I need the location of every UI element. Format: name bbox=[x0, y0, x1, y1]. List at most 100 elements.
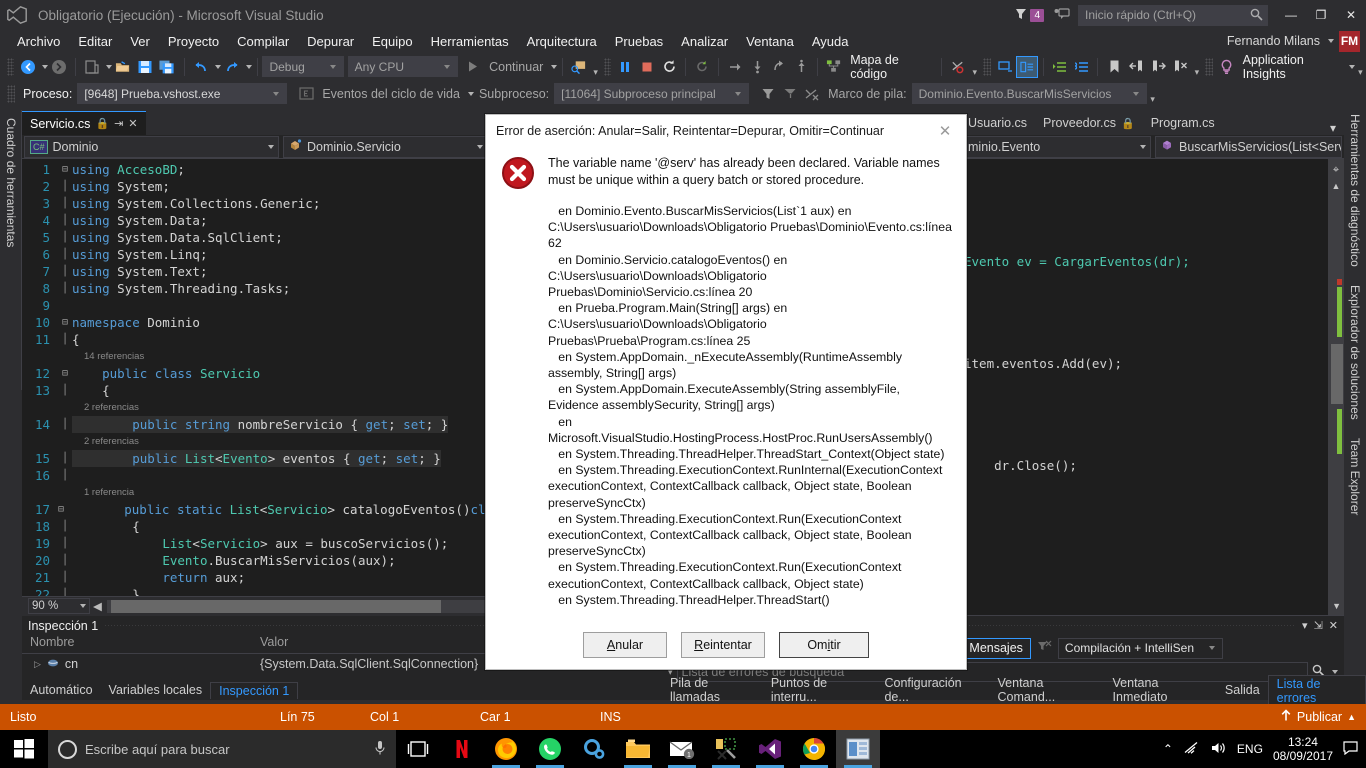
code-line[interactable]: 18 │ { bbox=[22, 518, 492, 535]
pin-icon[interactable]: ⇲ bbox=[1314, 619, 1323, 632]
scroll-thumb[interactable] bbox=[1331, 344, 1343, 404]
close-icon[interactable]: ✕ bbox=[128, 117, 137, 130]
solution-explorer-label[interactable]: Explorador de soluciones bbox=[1344, 275, 1366, 428]
menu-analizar[interactable]: Analizar bbox=[672, 32, 737, 51]
firefox-icon[interactable] bbox=[484, 730, 528, 768]
feedback-icon[interactable] bbox=[1054, 7, 1070, 24]
quick-launch-input[interactable]: Inicio rápido (Ctrl+Q) bbox=[1078, 4, 1268, 26]
code-area-right[interactable]: Evento ev = CargarEventos(dr); item.even… bbox=[960, 159, 1344, 615]
menu-ver[interactable]: Ver bbox=[121, 32, 159, 51]
tab-servicio-cs[interactable]: Servicio.cs 🔒 ⇥ ✕ bbox=[22, 111, 146, 135]
pause-icon[interactable] bbox=[614, 56, 636, 78]
show-hidden-icons-icon[interactable]: ⌃ bbox=[1163, 742, 1173, 756]
language-indicator[interactable]: ENG bbox=[1237, 742, 1263, 756]
close-button[interactable]: ✕ bbox=[1336, 0, 1366, 30]
close-icon[interactable]: ✕ bbox=[1329, 619, 1338, 632]
code-line[interactable]: 11 │{ bbox=[22, 331, 492, 348]
clock[interactable]: 13:24 08/09/2017 bbox=[1273, 735, 1333, 763]
member-combo-right[interactable]: BuscarMisServicios(List<Servici bbox=[1155, 135, 1342, 158]
open-folder-icon[interactable] bbox=[112, 56, 134, 78]
code-reference-lens[interactable]: 1 referencia bbox=[22, 484, 492, 501]
pin-icon[interactable]: ⇥ bbox=[114, 117, 123, 130]
save-icon[interactable] bbox=[134, 56, 156, 78]
continue-button[interactable]: Continuar bbox=[484, 60, 548, 74]
redo-dropdown-icon[interactable] bbox=[245, 64, 252, 69]
debug-location-grip[interactable] bbox=[7, 84, 15, 103]
minimize-button[interactable]: — bbox=[1276, 0, 1306, 30]
code-map-button[interactable]: Mapa de código bbox=[845, 53, 936, 81]
ignore-button[interactable]: Omitir bbox=[779, 632, 869, 658]
menu-ayuda[interactable]: Ayuda bbox=[803, 32, 858, 51]
fold-toggle[interactable]: │ bbox=[58, 263, 72, 280]
search-dropdown-icon[interactable] bbox=[1332, 670, 1338, 674]
code-line[interactable]: 6 │ using System.Linq; bbox=[22, 246, 492, 263]
code-reference-lens[interactable]: 2 referencias bbox=[22, 433, 492, 450]
code-line[interactable]: 7 │ using System.Text; bbox=[22, 263, 492, 280]
code-line[interactable]: 3 │ using System.Collections.Generic; bbox=[22, 195, 492, 212]
fold-toggle[interactable]: │ bbox=[58, 280, 72, 297]
application-insights-button[interactable]: Application Insights bbox=[1238, 53, 1346, 81]
menu-arquitectura[interactable]: Arquitectura bbox=[518, 32, 606, 51]
step-over-icon[interactable] bbox=[724, 56, 746, 78]
fold-toggle[interactable]: │ bbox=[58, 586, 72, 596]
member-combo-left[interactable]: Dominio.Servicio bbox=[283, 135, 488, 158]
fold-toggle[interactable]: │ bbox=[58, 518, 72, 535]
filter-icon[interactable] bbox=[757, 83, 779, 105]
continue-dropdown-icon[interactable] bbox=[551, 64, 558, 69]
no-break-icon[interactable] bbox=[801, 83, 823, 105]
code-line[interactable]: 19 │ List<Servicio> aux = buscoServicios(… bbox=[22, 535, 492, 552]
fold-toggle[interactable]: │ bbox=[58, 416, 72, 433]
fold-toggle[interactable]: ⊟ bbox=[58, 314, 72, 331]
code-line[interactable]: 20 │ Evento.BuscarMisServicios(aux); bbox=[22, 552, 492, 569]
code-line[interactable]: 21 │ return aux; bbox=[22, 569, 492, 586]
navigate-back-icon[interactable] bbox=[17, 56, 39, 78]
chevron-down-icon[interactable]: ▾ bbox=[1322, 121, 1344, 135]
tab-inspeccion-1[interactable]: Inspección 1 bbox=[210, 681, 299, 699]
vs-window-icon[interactable] bbox=[836, 730, 880, 768]
step-out-icon[interactable] bbox=[768, 56, 790, 78]
namespace-combo-right[interactable]: minio.Evento bbox=[962, 135, 1151, 158]
stack-frame-combo[interactable]: Dominio.Evento.BuscarMisServicios bbox=[911, 83, 1147, 104]
code-line[interactable]: 4 │ using System.Data; bbox=[22, 212, 492, 229]
fold-toggle[interactable]: │ bbox=[58, 382, 72, 399]
code-reference-lens[interactable]: 2 referencias bbox=[22, 399, 492, 416]
fold-toggle[interactable]: │ bbox=[58, 229, 72, 246]
toolbar-grip[interactable] bbox=[7, 57, 15, 76]
bookmark-icon[interactable] bbox=[1103, 56, 1125, 78]
sql-tools-icon[interactable] bbox=[704, 730, 748, 768]
toolbox-label[interactable]: Cuadro de herramientas bbox=[0, 110, 22, 255]
mail-icon[interactable]: 1 bbox=[660, 730, 704, 768]
settings-gear-icon[interactable] bbox=[572, 730, 616, 768]
code-line[interactable]: 5 │ using System.Data.SqlClient; bbox=[22, 229, 492, 246]
attach-overflow-icon[interactable]: ▾ bbox=[590, 56, 601, 78]
code-line[interactable]: 9 bbox=[22, 297, 492, 314]
team-explorer-label[interactable]: Team Explorer bbox=[1344, 428, 1366, 523]
expander-icon[interactable]: ▷ bbox=[34, 659, 41, 670]
assertion-failed-dialog[interactable]: Error de aserción: Anular=Salir, Reinten… bbox=[485, 114, 967, 670]
tab-program-cs[interactable]: Program.cs bbox=[1142, 111, 1223, 135]
process-combo[interactable]: [9648] Prueba.vshost.exe bbox=[77, 83, 288, 104]
undo-icon[interactable] bbox=[190, 56, 212, 78]
tab-puntos-de-interrupcion[interactable]: Puntos de interru... bbox=[763, 675, 877, 705]
new-project-icon[interactable] bbox=[81, 56, 103, 78]
volume-icon[interactable] bbox=[1210, 741, 1227, 758]
configuration-combo[interactable]: Debug bbox=[262, 56, 344, 77]
avatar[interactable]: FM bbox=[1339, 30, 1360, 52]
windows-start-icon[interactable] bbox=[0, 730, 48, 768]
increase-indent-icon[interactable] bbox=[1048, 56, 1070, 78]
chevron-down-icon[interactable] bbox=[1328, 39, 1334, 43]
code-line[interactable]: 1 ⊟ using AccesoBD; bbox=[22, 161, 492, 178]
menu-ventana[interactable]: Ventana bbox=[737, 32, 803, 51]
restart-icon[interactable] bbox=[658, 56, 680, 78]
close-icon[interactable]: ✕ bbox=[924, 116, 966, 146]
fold-toggle[interactable]: │ bbox=[58, 178, 72, 195]
fold-toggle[interactable]: │ bbox=[58, 450, 72, 467]
breakpoints-overflow-icon[interactable]: ▾ bbox=[969, 56, 980, 78]
clear-filter-icon[interactable] bbox=[1037, 640, 1052, 657]
code-line[interactable]: 8 │ using System.Threading.Tasks; bbox=[22, 280, 492, 297]
menu-compilar[interactable]: Compilar bbox=[228, 32, 298, 51]
fold-toggle[interactable]: ⊟ bbox=[58, 365, 72, 382]
tab-usuario-cs[interactable]: Usuario.cs bbox=[960, 111, 1036, 135]
menu-equipo[interactable]: Equipo bbox=[363, 32, 421, 51]
fold-toggle[interactable]: │ bbox=[58, 569, 72, 586]
